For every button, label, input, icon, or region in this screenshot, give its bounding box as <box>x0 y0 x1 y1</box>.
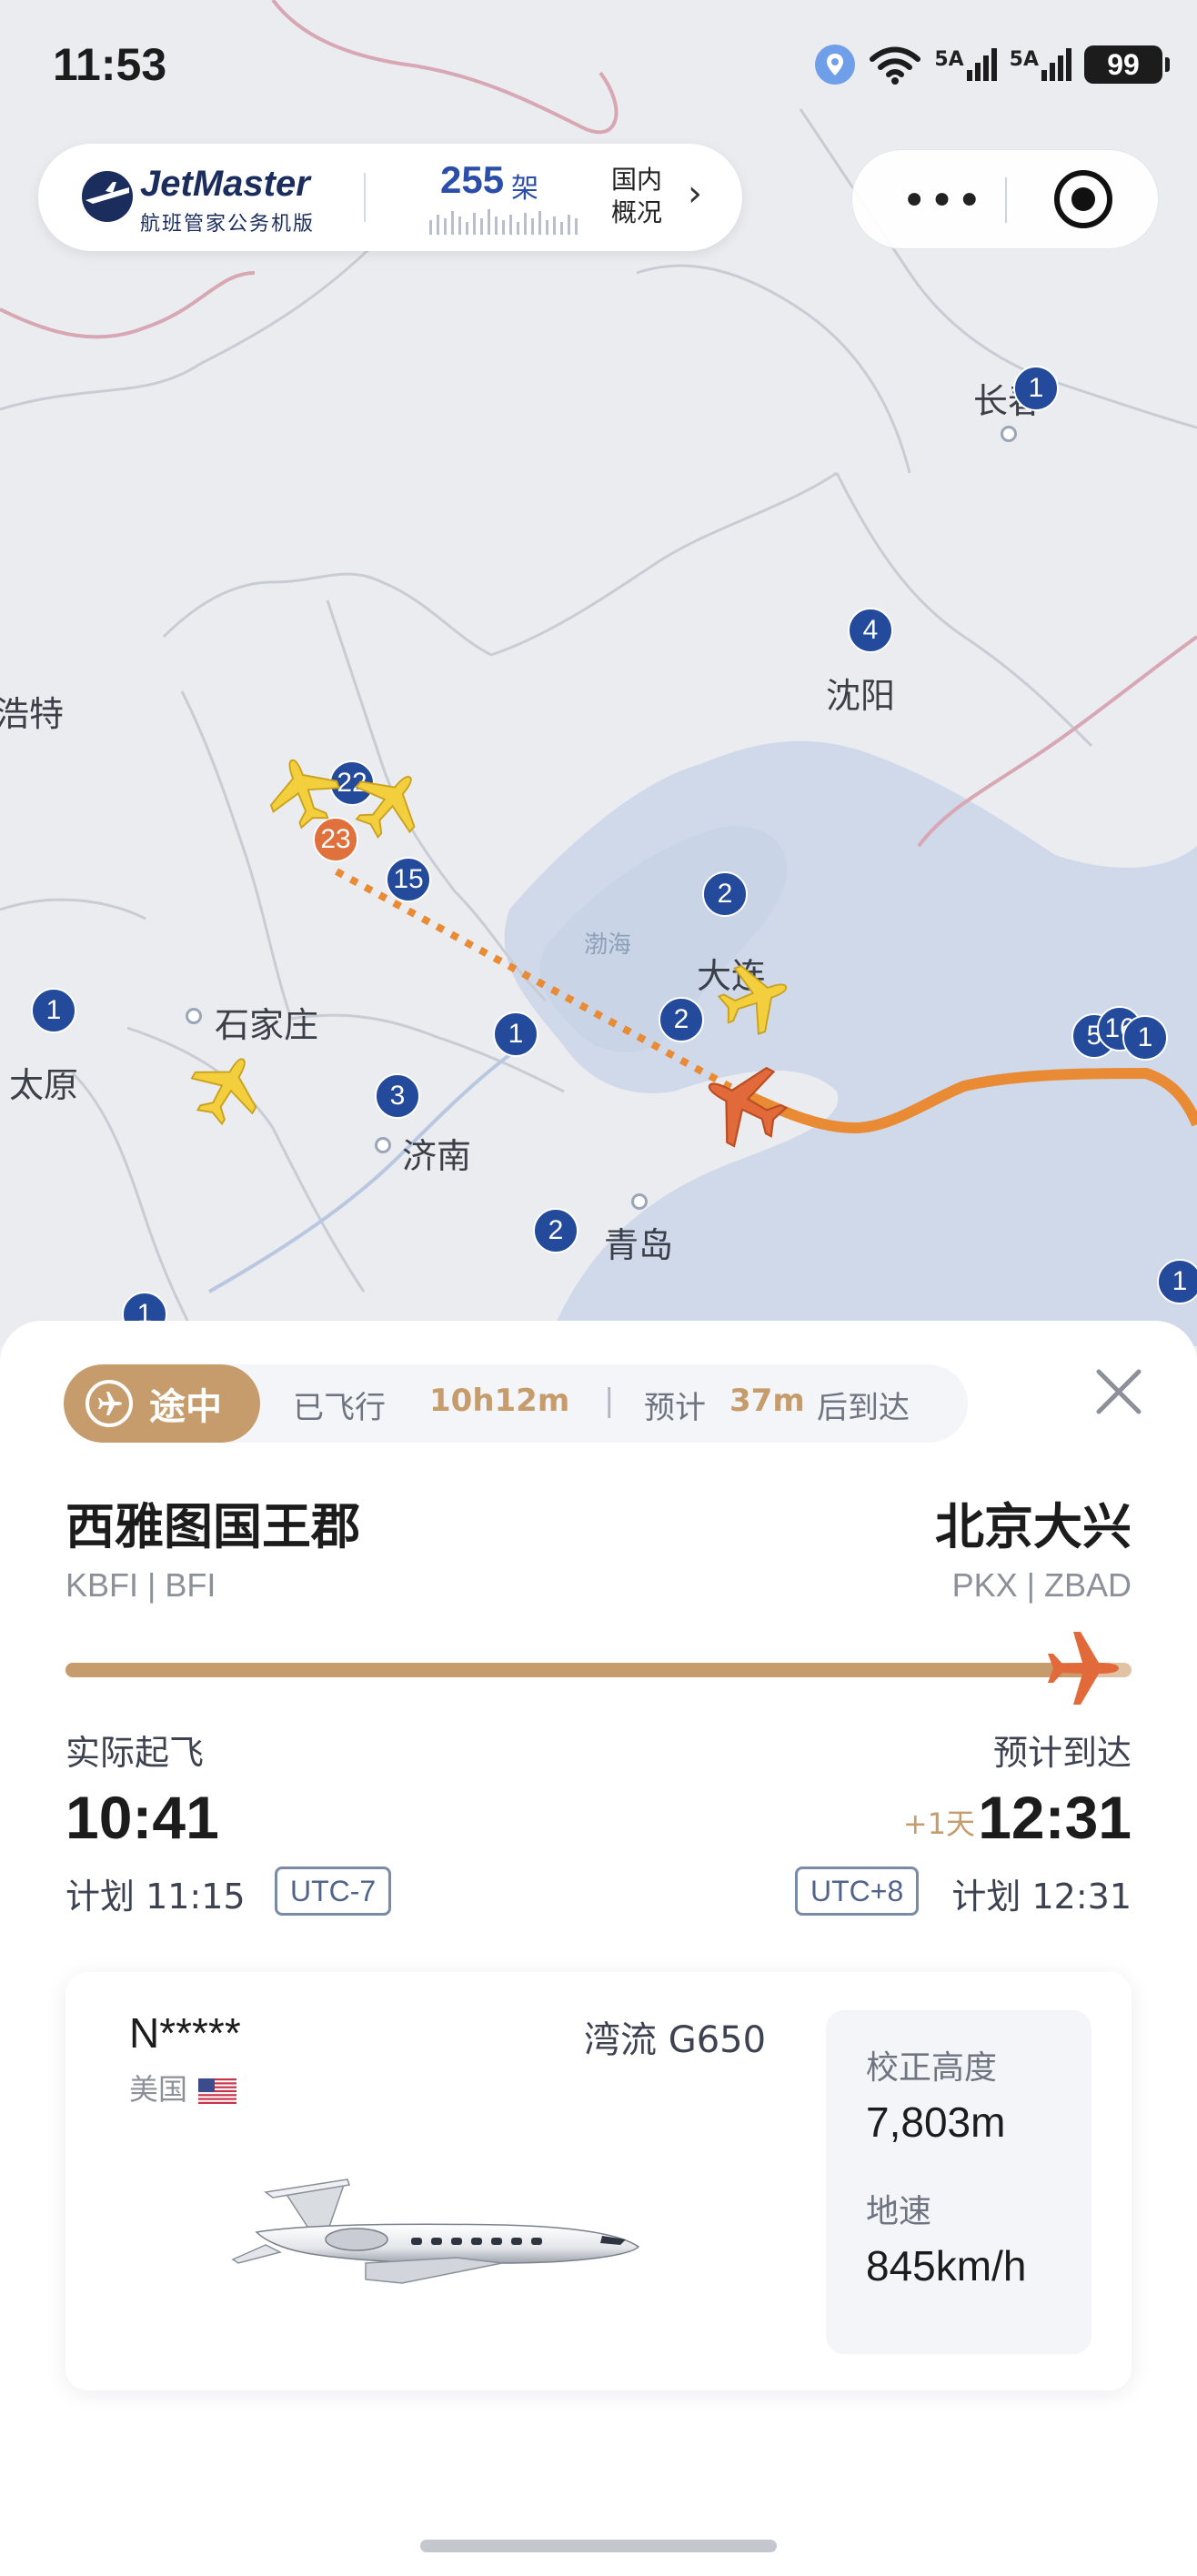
ground-speed-value: 845km/h <box>866 2242 1027 2289</box>
destination-code: PKX | ZBAD <box>951 1566 1132 1604</box>
plane-circle-icon <box>86 1380 133 1427</box>
wifi-icon <box>870 46 921 85</box>
flight-stats-panel: 校正高度 7,803m 地速 845km/h <box>826 2010 1091 2354</box>
aircraft-count-unit: 架 <box>511 173 538 205</box>
sea-label-bohai: 渤海 <box>584 931 632 959</box>
aircraft-registration: N***** <box>129 2009 241 2057</box>
scheduled-departure: 计划 11:15 <box>65 1877 246 1917</box>
altitude-label: 校正高度 <box>866 2049 998 2087</box>
origin-name: 西雅图国王郡 <box>65 1498 360 1555</box>
divider <box>1005 177 1007 223</box>
cluster-pin[interactable]: 1 <box>493 1011 538 1072</box>
flight-status-pill: 途中 已飞行 10h12m | 预计 37m 后到达 <box>64 1364 968 1443</box>
brand-name: JetMaster <box>140 164 310 204</box>
flown-duration: 10h12m <box>429 1383 570 1419</box>
clock: 11:53 <box>53 39 167 90</box>
departure-time: 10:41 <box>65 1784 219 1851</box>
home-indicator[interactable] <box>420 2540 777 2552</box>
aircraft-marker[interactable] <box>344 760 431 848</box>
eta-suffix: 后到达 <box>817 1390 910 1426</box>
aircraft-card[interactable]: N***** 美国 湾流 G650 校正高度 7,803m 地速 845km/h <box>65 1972 1132 2390</box>
aircraft-country: 美国 <box>129 2067 237 2108</box>
next-day-badge: +1天 <box>902 1806 975 1841</box>
arrival-time: 12:31 <box>978 1784 1132 1851</box>
miniapp-capsule: ••• <box>851 149 1159 249</box>
more-options-button[interactable]: ••• <box>901 176 984 226</box>
arrival-timezone: UTC+8 <box>795 1867 920 1916</box>
city-label-qingdao: 青岛 <box>604 1225 674 1265</box>
aircraft-count: 255 <box>440 158 505 201</box>
city-label-hohhot: 浩特 <box>0 694 65 734</box>
eta-remaining: 37m <box>729 1383 805 1419</box>
aircraft-marker[interactable] <box>709 955 797 1042</box>
chevron-right-icon: › <box>688 173 702 215</box>
separator: | <box>604 1383 615 1419</box>
cluster-pin[interactable]: 1 <box>31 988 76 1049</box>
brand-bar[interactable]: JetMaster 航班管家公务机版 255 架 国内 概况 › <box>38 144 742 251</box>
cluster-pin[interactable]: 3 <box>375 1073 420 1134</box>
network-type-label: 5A <box>1009 48 1039 71</box>
status-bar: 11:53 5A 5A 99 <box>0 0 1197 136</box>
cluster-pin[interactable]: 1 <box>1013 366 1059 427</box>
location-icon <box>815 45 856 85</box>
cell-signal-icon: 5A <box>934 48 997 81</box>
close-icon[interactable] <box>1091 1364 1146 1419</box>
destination-name: 北京大兴 <box>935 1498 1132 1555</box>
us-flag-icon <box>198 2078 237 2104</box>
scheduled-arrival: 计划 12:31 <box>951 1877 1132 1917</box>
aircraft-marker[interactable] <box>260 750 347 837</box>
cluster-pin[interactable]: 2 <box>659 997 704 1058</box>
city-dot-jinan <box>375 1137 391 1153</box>
city-dot-changchun <box>1001 426 1017 442</box>
city-label-taiyuan: 太原 <box>9 1065 79 1105</box>
divider <box>364 173 366 222</box>
brand-subtitle: 航班管家公务机版 <box>140 213 316 236</box>
cluster-pin[interactable]: 1 <box>1157 1259 1197 1320</box>
progress-plane-icon <box>1048 1632 1119 1705</box>
cluster-pin[interactable]: 2 <box>702 871 748 932</box>
aircraft-type: 湾流 G650 <box>584 2019 767 2061</box>
flown-label: 已飞行 <box>293 1390 386 1426</box>
cluster-pin[interactable]: 4 <box>848 608 893 669</box>
city-label-shenyang: 沈阳 <box>826 676 896 716</box>
cluster-pin[interactable]: 15 <box>386 857 431 918</box>
domestic-overview-link[interactable]: 国内 概况 <box>611 164 662 229</box>
overview-line1: 国内 <box>611 165 663 195</box>
cell-signal-icon: 5A <box>1010 48 1071 81</box>
departure-label: 实际起飞 <box>65 1733 205 1773</box>
battery-icon: 99 <box>1084 45 1170 84</box>
ground-speed-label: 地速 <box>866 2193 932 2230</box>
eta-label: 预计 <box>644 1390 706 1426</box>
altitude-value: 7,803m <box>866 2098 1006 2146</box>
aircraft-marker[interactable] <box>182 1046 269 1133</box>
overview-line2: 概况 <box>611 197 663 227</box>
flight-progress-fill <box>65 1663 1100 1677</box>
cluster-pin[interactable]: 2 <box>533 1208 578 1269</box>
city-label-shijiazhuang: 石家庄 <box>215 1005 319 1045</box>
city-dot-shijiazhuang <box>186 1008 202 1024</box>
network-type-label: 5A <box>934 48 964 71</box>
city-dot-qingdao <box>631 1193 648 1210</box>
flight-progress-bar <box>65 1663 1132 1677</box>
city-label-jinan: 济南 <box>402 1136 472 1176</box>
arrival-label: 预计到达 <box>992 1733 1132 1773</box>
jetmaster-logo-icon <box>82 171 133 222</box>
activity-bars-icon <box>429 209 578 235</box>
status-badge: 途中 <box>64 1364 260 1443</box>
selected-aircraft-marker[interactable] <box>697 1055 797 1155</box>
aircraft-image <box>231 2179 640 2284</box>
departure-timezone: UTC-7 <box>275 1867 392 1916</box>
close-miniapp-button[interactable] <box>1054 170 1112 228</box>
status-icons: 5A 5A 99 <box>814 44 1170 86</box>
flight-detail-sheet: 途中 已飞行 10h12m | 预计 37m 后到达 西雅图国王郡 北京大兴 K… <box>0 1321 1197 2576</box>
country-name: 美国 <box>129 2072 188 2107</box>
status-label: 途中 <box>149 1386 222 1428</box>
origin-code: KBFI | BFI <box>65 1566 216 1604</box>
cluster-pin[interactable]: 1 <box>1122 1015 1168 1076</box>
